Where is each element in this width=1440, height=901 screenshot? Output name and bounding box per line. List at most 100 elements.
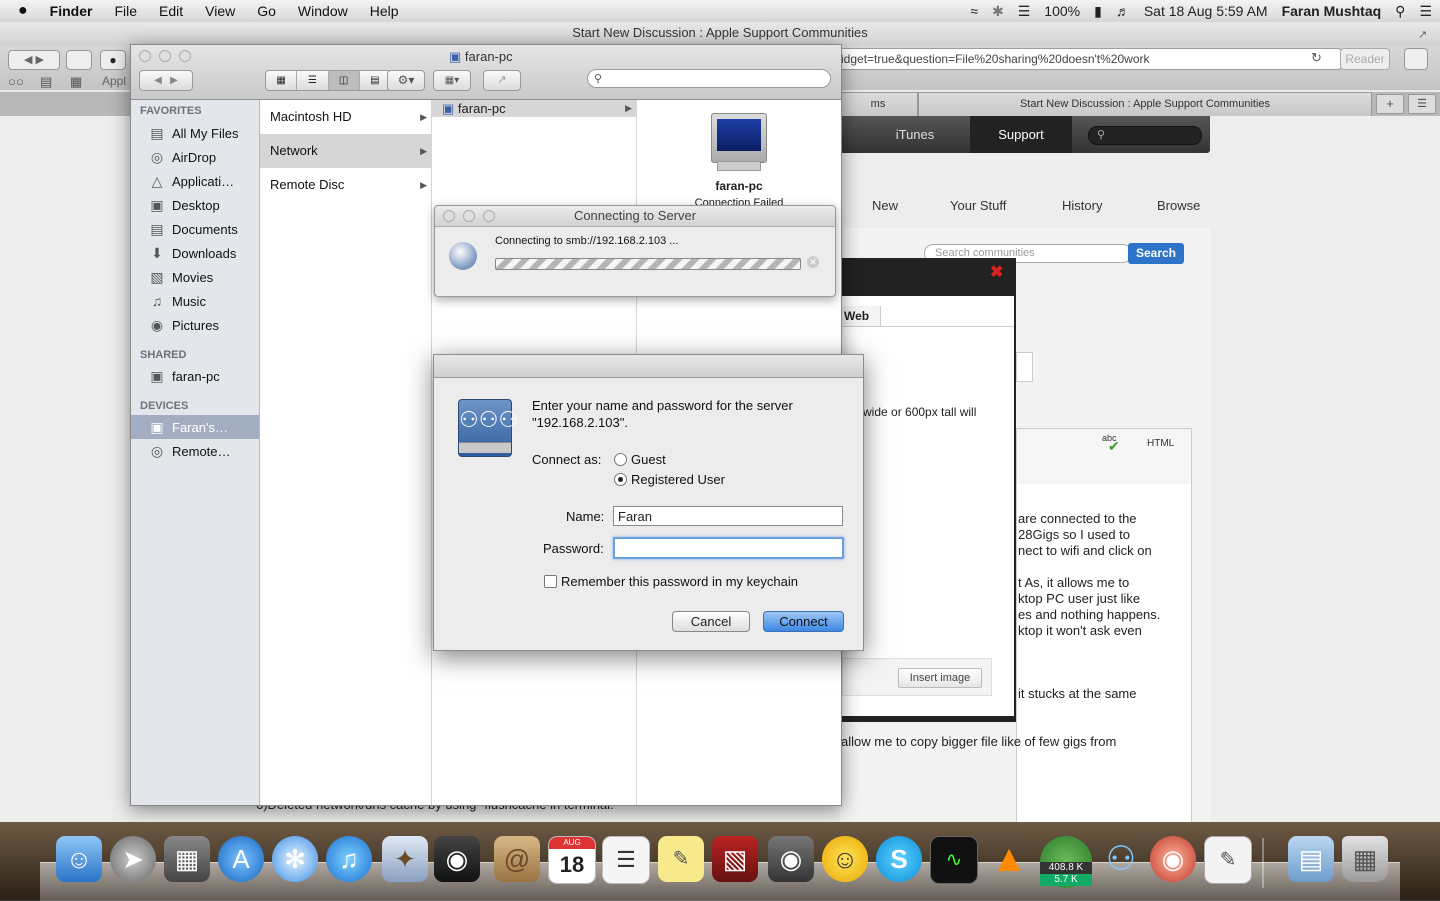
- subnav-new[interactable]: New: [872, 198, 898, 213]
- apple-menu-icon[interactable]: ●: [0, 2, 39, 20]
- menu-go[interactable]: Go: [246, 3, 287, 19]
- notes-icon[interactable]: ✎: [658, 836, 704, 882]
- itunes-icon[interactable]: ♫: [326, 836, 372, 882]
- cancel-button[interactable]: Cancel: [672, 611, 750, 632]
- coverflow-view-icon[interactable]: ▤: [360, 71, 390, 90]
- bluetooth-icon[interactable]: ✱: [992, 3, 1004, 20]
- mail-icon[interactable]: ✦: [382, 836, 428, 882]
- remember-password-checkbox[interactable]: [544, 575, 557, 588]
- new-tab-icon[interactable]: +: [1376, 94, 1404, 114]
- downloads-button[interactable]: [1404, 48, 1428, 70]
- registered-user-label[interactable]: Registered User: [631, 472, 725, 487]
- tab-left[interactable]: ms: [838, 92, 918, 116]
- apple-favicon-icon[interactable]: ●: [100, 50, 126, 70]
- connect-button[interactable]: Connect: [763, 611, 844, 632]
- share-button[interactable]: [66, 50, 92, 70]
- sidebar-item-faran-pc[interactable]: ▣ faran-pc: [131, 364, 259, 388]
- icon-view-icon[interactable]: ▦: [266, 71, 298, 90]
- vlc-icon[interactable]: ▲: [986, 836, 1032, 882]
- sidebar-item-remote-disc[interactable]: ◎ Remote…: [131, 439, 259, 463]
- menu-file[interactable]: File: [103, 3, 148, 19]
- zoom-window-icon[interactable]: [179, 50, 191, 62]
- nav-search-icon[interactable]: ⚲: [1088, 126, 1202, 145]
- launchpad-icon[interactable]: ➤: [110, 836, 156, 882]
- sidebar-item-all-my-files[interactable]: ▤ All My Files: [131, 121, 259, 145]
- top-sites-icon[interactable]: ▦: [70, 74, 82, 90]
- name-field[interactable]: Faran: [613, 506, 843, 526]
- sidebar-item-movies[interactable]: ▧ Movies: [131, 265, 259, 289]
- sidebar-item-pictures[interactable]: ◉ Pictures: [131, 313, 259, 337]
- notification-icon[interactable]: ☰: [1419, 3, 1432, 20]
- spotlight-icon[interactable]: ⚲: [1395, 3, 1405, 20]
- sidebar-item-desktop[interactable]: ▣ Desktop: [131, 193, 259, 217]
- menu-window[interactable]: Window: [287, 3, 359, 19]
- lips-app-icon[interactable]: ◉: [1150, 836, 1196, 882]
- nav-itunes[interactable]: iTunes: [862, 116, 968, 153]
- action-gear-icon[interactable]: ⚙▾: [387, 70, 425, 91]
- registered-user-radio[interactable]: [614, 473, 627, 486]
- sidebar-item-airdrop[interactable]: ◎ AirDrop: [131, 145, 259, 169]
- dashboard-icon[interactable]: ▦: [164, 836, 210, 882]
- close-icon[interactable]: ✖: [990, 265, 1006, 281]
- sidebar-item-documents[interactable]: ▤ Documents: [131, 217, 259, 241]
- tab-view-icon[interactable]: ☰: [1408, 94, 1436, 114]
- bookmark-item[interactable]: Appl: [102, 74, 126, 88]
- messenger-icon[interactable]: ⚇: [1098, 836, 1144, 882]
- list-view-icon[interactable]: ☰: [297, 71, 329, 90]
- communities-search-button[interactable]: Search: [1128, 243, 1184, 264]
- photo-booth-icon[interactable]: ▧: [712, 836, 758, 882]
- clock[interactable]: Sat 18 Aug 5:59 AM: [1144, 3, 1268, 19]
- reminders-icon[interactable]: ☰: [602, 836, 650, 884]
- safari-icon[interactable]: ✻: [272, 836, 318, 882]
- guest-radio[interactable]: [614, 453, 627, 466]
- reader-button[interactable]: Reader: [1340, 48, 1390, 70]
- reading-list-icon[interactable]: ○○: [8, 74, 24, 89]
- sidebar-item-music[interactable]: ♫ Music: [131, 289, 259, 313]
- column-item-remote-disc[interactable]: Remote Disc ▶: [260, 168, 431, 202]
- html-toggle[interactable]: HTML: [1147, 438, 1174, 449]
- tab-active[interactable]: Start New Discussion : Apple Support Com…: [918, 92, 1372, 116]
- zoom-window-icon[interactable]: [483, 210, 495, 222]
- close-window-icon[interactable]: [443, 210, 455, 222]
- user-name[interactable]: Faran Mushtaq: [1282, 3, 1382, 19]
- subnav-your-stuff[interactable]: Your Stuff: [950, 198, 1006, 213]
- spellcheck-check-icon[interactable]: ✔: [1108, 438, 1120, 455]
- url-input-edge[interactable]: [1016, 352, 1033, 382]
- subnav-history[interactable]: History: [1062, 198, 1102, 213]
- close-window-icon[interactable]: [139, 50, 151, 62]
- applications-folder-icon[interactable]: ▤: [1288, 836, 1334, 882]
- smiley-app-icon[interactable]: ☺: [822, 836, 868, 882]
- script-icon[interactable]: ≈: [970, 3, 978, 19]
- column-item-network[interactable]: Network ▶: [260, 134, 431, 168]
- subnav-browse[interactable]: Browse: [1157, 198, 1200, 213]
- share-icon[interactable]: ↗: [483, 70, 521, 91]
- column-view-icon[interactable]: ◫: [328, 71, 360, 90]
- guest-label[interactable]: Guest: [631, 452, 666, 467]
- textedit-icon[interactable]: ✎: [1204, 836, 1252, 884]
- bookmarks-icon[interactable]: ▤: [40, 74, 52, 90]
- menu-view[interactable]: View: [194, 3, 246, 19]
- skype-icon[interactable]: S: [876, 836, 922, 882]
- minimize-window-icon[interactable]: [463, 210, 475, 222]
- tab-web[interactable]: Web: [842, 306, 881, 326]
- stop-icon[interactable]: ✕: [807, 256, 819, 268]
- nav-support[interactable]: Support: [970, 116, 1072, 153]
- reload-icon[interactable]: ↻: [1311, 50, 1322, 66]
- volume-icon[interactable]: ♬: [1116, 3, 1130, 19]
- column-item-macintosh-hd[interactable]: Macintosh HD ▶: [260, 100, 431, 134]
- back-forward-buttons[interactable]: ◀ ▶: [8, 50, 60, 70]
- menu-edit[interactable]: Edit: [148, 3, 194, 19]
- battery-icon[interactable]: ▮: [1094, 3, 1102, 20]
- finder-search-input[interactable]: ⚲: [587, 69, 831, 88]
- menu-finder[interactable]: Finder: [39, 3, 104, 19]
- address-bar[interactable]: idget=true&question=File%20sharing%20doe…: [836, 48, 1342, 70]
- sidebar-item-farans-mac[interactable]: ▣ Faran's…: [131, 415, 259, 439]
- sidebar-item-applications[interactable]: △ Applicati…: [131, 169, 259, 193]
- activity-monitor-icon[interactable]: ∿: [930, 836, 978, 884]
- menu-help[interactable]: Help: [359, 3, 410, 19]
- trash-icon[interactable]: ▦: [1342, 836, 1388, 882]
- iphoto-icon[interactable]: ◉: [768, 836, 814, 882]
- column-item-faran-pc[interactable]: ▣ faran-pc ▶: [432, 100, 636, 117]
- app-store-icon[interactable]: A: [218, 836, 264, 882]
- facetime-icon[interactable]: ◉: [434, 836, 480, 882]
